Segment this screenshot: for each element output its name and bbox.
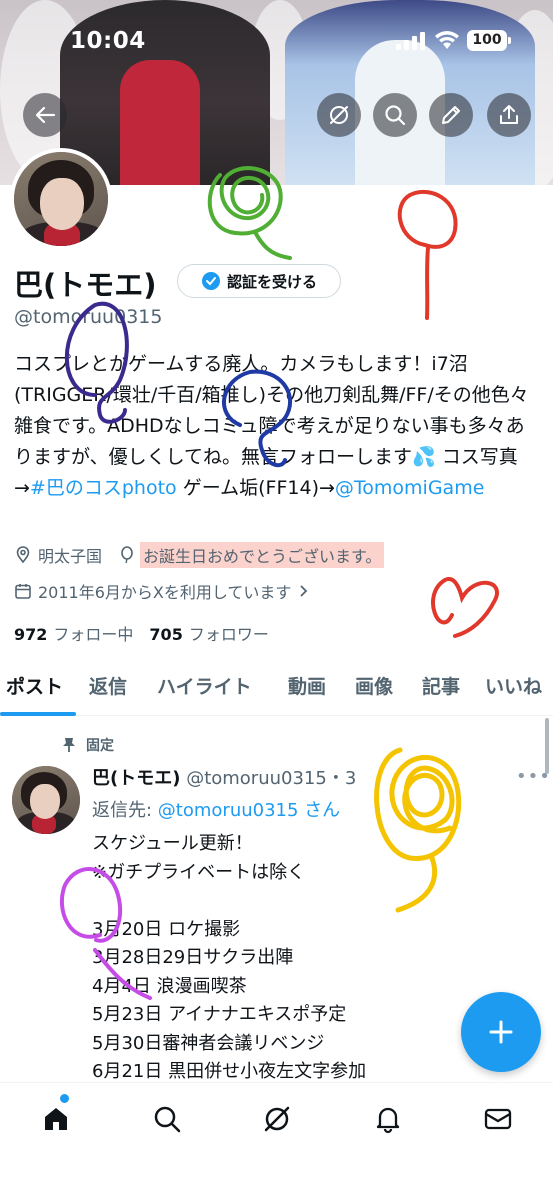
share-icon bbox=[500, 105, 518, 124]
get-verified-button[interactable]: 認証を受ける bbox=[177, 264, 341, 298]
search-icon bbox=[385, 105, 406, 126]
post-author-name: 巴(トモエ) bbox=[92, 768, 181, 789]
edit-icon bbox=[442, 106, 460, 124]
reply-prefix: 返信先: bbox=[92, 800, 158, 821]
bio-hashtag-link[interactable]: #巴のコスphoto bbox=[30, 477, 177, 499]
followers-link[interactable]: 705 フォロワー bbox=[149, 621, 268, 645]
battery-indicator: 100 bbox=[467, 30, 511, 51]
tab-likes[interactable]: いいね bbox=[485, 672, 542, 699]
scrollbar[interactable] bbox=[545, 718, 549, 774]
red-balloon-scribble bbox=[397, 189, 458, 320]
home-icon bbox=[45, 1108, 67, 1130]
pinned-label: 固定 bbox=[62, 735, 114, 755]
calendar-icon bbox=[15, 584, 31, 599]
profile-name: 巴(トモエ) bbox=[14, 268, 157, 302]
profile-avatar[interactable] bbox=[10, 148, 112, 250]
status-bar: 10:04 100 bbox=[0, 0, 553, 84]
profile-location: 明太子国 bbox=[38, 547, 103, 566]
joined-date: 2011年6月からXを利用しています bbox=[38, 583, 292, 602]
compose-button[interactable] bbox=[461, 992, 541, 1072]
joined-date-row[interactable]: 2011年6月からXを利用しています bbox=[14, 579, 309, 603]
tab-videos[interactable]: 動画 bbox=[288, 672, 326, 699]
pin-icon bbox=[63, 738, 75, 752]
back-arrow-icon bbox=[35, 106, 56, 124]
tab-highlights[interactable]: ハイライト bbox=[157, 672, 252, 699]
search-button[interactable] bbox=[373, 93, 417, 137]
plus-icon bbox=[489, 1020, 513, 1044]
following-count: 972 bbox=[14, 625, 48, 644]
tab-articles[interactable]: 記事 bbox=[422, 672, 460, 699]
tab-posts[interactable]: ポスト bbox=[6, 672, 63, 699]
grok-icon bbox=[330, 106, 348, 124]
profile-handle: @tomoruu0315 bbox=[14, 306, 163, 328]
nav-notifications[interactable] bbox=[370, 1101, 406, 1137]
balloon-icon bbox=[121, 546, 133, 564]
followers-count: 705 bbox=[149, 625, 183, 644]
birthday-message: お誕生日おめでとうございます。 bbox=[140, 542, 385, 568]
notifications-icon bbox=[376, 1107, 400, 1134]
post-author-handle: @tomoruu0315・3 bbox=[186, 768, 357, 789]
home-notification-dot bbox=[60, 1094, 69, 1103]
nav-messages[interactable] bbox=[480, 1101, 516, 1137]
location-icon bbox=[16, 546, 30, 564]
following-label: フォロー中 bbox=[53, 625, 134, 644]
profile-tabs: ポスト 返信 ハイライト 動画 画像 記事 いいね bbox=[0, 666, 553, 716]
profile-bio: コスプレとかゲームする廃人。カメラもします！i7沼(TRIGGER/環壮/千百/… bbox=[14, 349, 539, 504]
tab-replies[interactable]: 返信 bbox=[89, 672, 127, 699]
nav-search[interactable] bbox=[149, 1101, 185, 1137]
nav-grok[interactable] bbox=[259, 1101, 295, 1137]
grok-button[interactable] bbox=[317, 93, 361, 137]
verified-badge-icon bbox=[201, 272, 220, 290]
follow-stats: 972 フォロー中 705 フォロワー bbox=[14, 621, 269, 645]
wifi-icon bbox=[435, 31, 459, 49]
followers-label: フォロワー bbox=[188, 625, 269, 644]
post-text: スケジュール更新！ ※ガチプライベートは除く 3月20日 ロケ撮影 3月28日2… bbox=[92, 833, 367, 1082]
profile-meta: 明太子国 お誕生日おめでとうございます。 bbox=[14, 542, 385, 568]
post-author[interactable]: 巴(トモエ) @tomoruu0315・3 bbox=[92, 764, 392, 790]
chevron-right-icon bbox=[300, 585, 308, 597]
reply-context: 返信先: @tomoruu0315 さん bbox=[92, 796, 340, 822]
messages-icon bbox=[484, 1108, 512, 1130]
grok-icon bbox=[264, 1106, 290, 1132]
following-link[interactable]: 972 フォロー中 bbox=[14, 621, 133, 645]
red-heart-scribble bbox=[431, 577, 499, 638]
tab-images[interactable]: 画像 bbox=[355, 672, 393, 699]
edit-button[interactable] bbox=[429, 93, 473, 137]
bio-text-2: ゲーム垢(FF14)→ bbox=[176, 477, 335, 499]
signal-icon bbox=[396, 32, 425, 50]
bottom-navigation bbox=[0, 1082, 553, 1200]
pinned-text: 固定 bbox=[86, 738, 114, 754]
bio-mention-link[interactable]: @TomomiGame bbox=[335, 477, 485, 499]
status-time: 10:04 bbox=[70, 28, 146, 54]
share-button[interactable] bbox=[487, 93, 531, 137]
get-verified-label: 認証を受ける bbox=[226, 272, 317, 291]
nav-home[interactable] bbox=[38, 1101, 74, 1137]
reply-to-link[interactable]: @tomoruu0315 さん bbox=[158, 800, 340, 821]
active-tab-indicator bbox=[0, 712, 76, 716]
post-author-avatar[interactable] bbox=[12, 766, 80, 834]
back-button[interactable] bbox=[23, 93, 67, 137]
search-icon bbox=[154, 1106, 181, 1133]
